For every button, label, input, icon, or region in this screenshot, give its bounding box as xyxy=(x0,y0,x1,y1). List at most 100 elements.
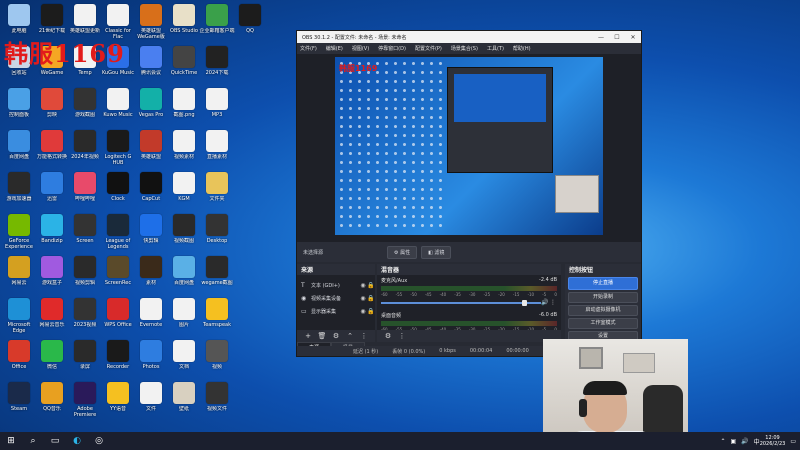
desktop-icon[interactable]: Kuwo Music xyxy=(100,88,136,124)
desktop-icon[interactable]: Recorder xyxy=(100,340,136,376)
desktop-icon[interactable]: 迅雷 xyxy=(34,172,70,208)
desktop-icon[interactable]: 视频文件 xyxy=(199,382,235,418)
more-icon[interactable]: ⋮ xyxy=(395,332,409,340)
source-item[interactable]: T 文本 (GDI+) ◉ 🔒 xyxy=(297,279,375,292)
desktop-icon[interactable]: Steam xyxy=(1,382,37,418)
desktop-icon[interactable]: 游戏加速器 xyxy=(1,172,37,208)
desktop-icon[interactable]: 百度网盘 xyxy=(1,130,37,166)
desktop-icon[interactable]: Screen xyxy=(67,214,103,250)
desktop-icon[interactable]: 录屏 xyxy=(67,340,103,376)
desktop-icon[interactable]: 快剪辑 xyxy=(133,214,169,250)
desktop-icon[interactable]: 2024下载 xyxy=(199,46,235,82)
trash-icon[interactable]: 🗑 xyxy=(315,332,329,340)
start-recording-button[interactable]: 开始录制 xyxy=(568,292,638,303)
windows-start-icon[interactable]: ⊞ xyxy=(0,432,22,450)
virtual-camera-button[interactable]: 启动虚拟摄像机 xyxy=(568,305,638,316)
desktop-icon[interactable]: Office xyxy=(1,340,37,376)
desktop-icon[interactable]: 万能格式转换 xyxy=(34,130,70,166)
desktop-icon[interactable]: 视频剪辑 xyxy=(67,256,103,292)
desktop-icon[interactable]: ScreenRec xyxy=(100,256,136,292)
close-icon[interactable]: ✕ xyxy=(625,34,641,41)
desktop-icon[interactable]: 游戏截图 xyxy=(67,88,103,124)
gear-icon[interactable]: ⚙ xyxy=(381,332,395,340)
desktop-icon[interactable]: GeForce Experience xyxy=(1,214,37,250)
desktop-icon[interactable]: YY语音 xyxy=(100,382,136,418)
lock-icon[interactable]: 🔒 xyxy=(367,295,375,302)
desktop-icon[interactable]: Microsoft Edge xyxy=(1,298,37,334)
menu-view[interactable]: 视图(V) xyxy=(352,45,369,52)
menu-help[interactable]: 帮助(H) xyxy=(513,45,531,52)
desktop-icon[interactable]: OBS Studio xyxy=(166,4,202,40)
minimize-icon[interactable]: — xyxy=(593,34,609,41)
desktop-icon[interactable]: KGM xyxy=(166,172,202,208)
desktop-icon[interactable]: 剪映 xyxy=(34,88,70,124)
desktop-icon[interactable]: 2024年视频 xyxy=(67,130,103,166)
desktop-icon[interactable]: 2023视频 xyxy=(67,298,103,334)
source-item[interactable]: ◉ 视频采集设备 ◉ 🔒 xyxy=(297,292,375,305)
eye-icon[interactable]: ◉ xyxy=(359,308,367,315)
properties-button[interactable]: ⚙ 属性 xyxy=(387,245,418,259)
desktop-icon[interactable]: Adobe Premiere xyxy=(67,382,103,418)
desktop-icon[interactable]: 百度网盘 xyxy=(166,256,202,292)
desktop-icon[interactable]: 腾讯会议 xyxy=(133,46,169,82)
desktop-icon[interactable]: 壁纸 xyxy=(166,382,202,418)
desktop-icon[interactable]: 文件夹 xyxy=(199,172,235,208)
desktop-icon[interactable]: 微信 xyxy=(34,340,70,376)
lock-icon[interactable]: 🔒 xyxy=(367,282,375,289)
clock[interactable]: 12:09 2026/2/23 xyxy=(760,435,786,447)
desktop-icon[interactable]: 视频 xyxy=(199,340,235,376)
desktop-icon[interactable]: CapCut xyxy=(133,172,169,208)
edge-icon[interactable]: ◐ xyxy=(66,432,88,450)
desktop-icon[interactable]: MP3 xyxy=(199,88,235,124)
desktop-icon[interactable]: Logitech G HUB xyxy=(100,130,136,166)
more-icon[interactable]: ⋮ xyxy=(357,332,371,340)
studio-mode-button[interactable]: 工作室模式 xyxy=(568,318,638,329)
desktop-icon[interactable]: Teamspeak xyxy=(199,298,235,334)
filters-button[interactable]: ◧ 滤镜 xyxy=(421,245,452,259)
menu-docks[interactable]: 停靠窗口(D) xyxy=(378,45,406,52)
desktop-icon[interactable]: 视频素材 xyxy=(166,130,202,166)
volume-icon[interactable]: 🔊 xyxy=(741,438,748,445)
desktop-icon[interactable]: League of Legends xyxy=(100,214,136,250)
desktop-icon[interactable]: Desktop xyxy=(199,214,235,250)
obs-preview[interactable]: 韩服1169 xyxy=(297,54,641,242)
desktop-icon[interactable]: 网易云音乐 xyxy=(34,298,70,334)
task-view-icon[interactable]: ▭ xyxy=(44,432,66,450)
desktop-icon[interactable]: 直播素材 xyxy=(199,130,235,166)
desktop-icon[interactable]: 哔哩哔哩 xyxy=(67,172,103,208)
desktop-icon[interactable]: 英雄联盟 xyxy=(133,130,169,166)
volume-slider[interactable] xyxy=(381,299,541,306)
obs-taskbar-icon[interactable]: ◎ xyxy=(88,432,110,450)
chevron-up-icon[interactable]: ⌃ xyxy=(343,332,357,340)
desktop-icon[interactable]: 游戏盒子 xyxy=(34,256,70,292)
desktop-icon[interactable]: 图片 xyxy=(166,298,202,334)
desktop-icon[interactable]: Bandizip xyxy=(34,214,70,250)
stop-streaming-button[interactable]: 停止直播 xyxy=(568,277,638,290)
menu-edit[interactable]: 编辑(E) xyxy=(326,45,343,52)
menu-profile[interactable]: 配置文件(P) xyxy=(415,45,442,52)
desktop-icon[interactable]: 网易云 xyxy=(1,256,37,292)
obs-title-bar[interactable]: OBS 30.1.2 - 配置文件: 未命名 - 场景: 未命名 — ☐ ✕ xyxy=(297,31,641,43)
desktop-icon[interactable]: Photos xyxy=(133,340,169,376)
menu-file[interactable]: 文件(F) xyxy=(300,45,317,52)
desktop-icon[interactable]: QQ音乐 xyxy=(34,382,70,418)
speaker-icon[interactable]: 🔊 xyxy=(541,299,549,306)
desktop-icon[interactable]: 控制面板 xyxy=(1,88,37,124)
desktop-icon[interactable]: 英雄联盟WeGame版 xyxy=(133,4,169,40)
eye-icon[interactable]: ◉ xyxy=(359,295,367,302)
desktop-icon[interactable]: Vegas Pro xyxy=(133,88,169,124)
desktop-icon[interactable]: 企业邮箱客户端 xyxy=(199,4,235,40)
maximize-icon[interactable]: ☐ xyxy=(609,34,625,41)
preview-canvas[interactable]: 韩服1169 xyxy=(335,57,603,235)
desktop-icon[interactable]: Clock xyxy=(100,172,136,208)
desktop-icon[interactable]: QQ xyxy=(232,4,268,40)
add-icon[interactable]: + xyxy=(301,332,315,340)
desktop-icon[interactable]: 文档 xyxy=(166,340,202,376)
lock-icon[interactable]: 🔒 xyxy=(367,308,375,315)
desktop-icon[interactable]: Evernote xyxy=(133,298,169,334)
desktop-icon[interactable]: 截图.png xyxy=(166,88,202,124)
slider-handle[interactable] xyxy=(521,299,527,306)
menu-scene-collection[interactable]: 场景集合(S) xyxy=(451,45,478,52)
desktop-icon[interactable]: QuickTime xyxy=(166,46,202,82)
more-icon[interactable]: ⋮ xyxy=(549,299,557,306)
